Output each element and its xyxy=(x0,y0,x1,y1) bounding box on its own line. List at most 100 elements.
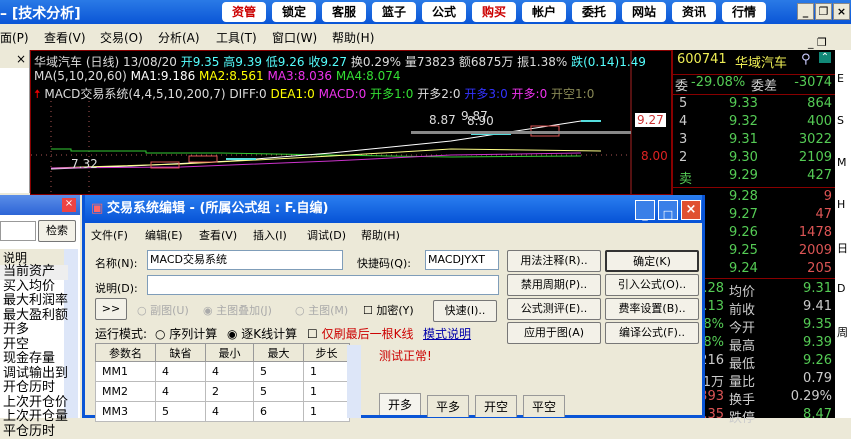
description-input[interactable] xyxy=(147,275,499,295)
side-tool-button[interactable]: E xyxy=(837,72,844,85)
table-cell[interactable]: 1 xyxy=(304,362,350,382)
list-item[interactable]: 上次开仓量 xyxy=(0,410,68,425)
table-cell[interactable]: MM2 xyxy=(96,382,156,402)
restore-button[interactable]: ❐ xyxy=(815,3,832,20)
toolbar-button[interactable]: 公式 xyxy=(422,2,466,22)
side-tool-button[interactable]: H xyxy=(837,198,845,211)
column-header[interactable]: 最大 xyxy=(254,344,304,362)
minimize-button[interactable]: _ xyxy=(635,200,655,220)
toolbar-button[interactable]: 客服 xyxy=(322,2,366,22)
radio-main-overlay[interactable]: ◉ 主图叠加(J) xyxy=(203,302,272,318)
list-item[interactable]: 上次开仓价 xyxy=(0,396,68,411)
menu-item[interactable]: 帮助(H) xyxy=(332,29,374,46)
side-tool-button[interactable]: D xyxy=(837,282,845,295)
encrypt-checkbox[interactable]: ☐ 加密(Y) xyxy=(363,302,414,318)
toolbar-button[interactable]: 资讯 xyxy=(672,2,716,22)
table-scrollbar[interactable] xyxy=(347,345,361,418)
list-item[interactable]: 开多 xyxy=(0,323,68,338)
dialog-button[interactable]: 用法注释(R).. xyxy=(507,250,601,272)
toolbar-button[interactable]: 购买 xyxy=(472,2,516,22)
column-header[interactable]: 参数名 xyxy=(96,344,156,362)
side-tool-button[interactable]: M xyxy=(837,156,847,169)
toolbar-button[interactable]: 篮子 xyxy=(372,2,416,22)
dialog-button[interactable]: 应用于图(A) xyxy=(507,322,601,344)
list-item[interactable]: 当前资产 xyxy=(0,265,68,280)
table-cell[interactable]: 4 xyxy=(206,402,254,422)
list-item[interactable]: 开空 xyxy=(0,338,68,353)
toolbar-button[interactable]: 行情 xyxy=(722,2,766,22)
table-cell[interactable]: 1 xyxy=(304,402,350,422)
close-button[interactable]: × xyxy=(681,200,701,220)
menu-item[interactable]: 查看(V) xyxy=(44,29,86,46)
dialog-button[interactable]: 编译公式(F).. xyxy=(605,322,699,344)
column-header[interactable]: 最小 xyxy=(206,344,254,362)
table-cell[interactable]: 6 xyxy=(254,402,304,422)
dialog-button[interactable]: 公式测评(E).. xyxy=(507,298,601,320)
search-button[interactable]: 检索 xyxy=(38,220,76,242)
refresh-last-checkbox[interactable]: ☐ 仅刷最后一根K线 xyxy=(307,325,413,342)
dialog-menu-item[interactable]: 插入(I) xyxy=(253,227,287,243)
menu-item[interactable]: 窗口(W) xyxy=(272,29,317,46)
collapse-up-icon[interactable]: ⌃ xyxy=(819,52,831,63)
menu-item[interactable]: 面(P) xyxy=(0,29,29,46)
toolbar-button[interactable]: 资管 xyxy=(222,2,266,22)
list-item[interactable]: 买入均价 xyxy=(0,280,68,295)
tab[interactable]: 平空 xyxy=(523,395,565,417)
close-icon[interactable]: × xyxy=(62,198,76,212)
table-cell[interactable]: 5 xyxy=(156,402,206,422)
mode-help-link[interactable]: 模式说明 xyxy=(423,325,471,342)
quick-button[interactable]: 快速(I).. xyxy=(433,300,497,322)
dialog-menu-item[interactable]: 文件(F) xyxy=(91,227,128,243)
mdi-restore-button[interactable]: _ ❐ xyxy=(808,36,827,49)
name-input[interactable]: MACD交易系统 xyxy=(147,250,343,270)
side-tool-button[interactable]: 周 xyxy=(837,324,848,340)
toolbar-button[interactable]: 网站 xyxy=(622,2,666,22)
kline-chart[interactable]: 华域汽车 (日线) 13/08/20 开9.35 高9.39 低9.26 收9.… xyxy=(30,50,672,195)
list-item[interactable]: 最大利润率 xyxy=(0,294,68,309)
dialog-button[interactable]: 费率设置(B).. xyxy=(605,298,699,320)
toolbar-button[interactable]: 委托 xyxy=(572,2,616,22)
radio-sequence-calc[interactable]: ○ 序列计算 xyxy=(155,325,217,342)
radio-main-chart[interactable]: ○ 主图(M) xyxy=(295,302,348,318)
menu-item[interactable]: 工具(T) xyxy=(216,29,257,46)
radio-per-kline-calc[interactable]: ◉ 逐K线计算 xyxy=(227,325,297,342)
search-input[interactable] xyxy=(0,221,36,241)
list-item[interactable]: 现金存量 xyxy=(0,352,68,367)
table-cell[interactable]: 4 xyxy=(156,362,206,382)
table-cell[interactable]: 1 xyxy=(304,382,350,402)
menu-item[interactable]: 分析(A) xyxy=(158,29,200,46)
table-row[interactable]: MM24251 xyxy=(96,382,350,402)
list-item[interactable]: 调试输出到 xyxy=(0,367,68,382)
maximize-button[interactable]: □ xyxy=(658,200,678,220)
list-item[interactable]: 最大盈利额 xyxy=(0,309,68,324)
tab[interactable]: 平多 xyxy=(427,395,469,417)
menu-item[interactable]: 交易(O) xyxy=(100,29,143,46)
side-tool-button[interactable]: S xyxy=(837,114,844,127)
table-cell[interactable]: 5 xyxy=(254,362,304,382)
radio-subchart[interactable]: ○ 副图(U) xyxy=(137,302,189,318)
table-cell[interactable]: MM3 xyxy=(96,402,156,422)
close-button[interactable]: × xyxy=(833,3,850,20)
dialog-menu-item[interactable]: 编辑(E) xyxy=(145,227,183,243)
tab[interactable]: 开多 xyxy=(379,393,421,415)
table-cell[interactable]: 5 xyxy=(254,382,304,402)
parameter-table[interactable]: 参数名缺省最小最大步长MM14451MM24251MM35461 xyxy=(95,343,350,422)
table-row[interactable]: MM35461 xyxy=(96,402,350,422)
tool-icon[interactable]: ⚲ xyxy=(801,52,811,67)
table-cell[interactable]: 4 xyxy=(156,382,206,402)
column-header[interactable]: 步长 xyxy=(304,344,350,362)
shortcut-input[interactable]: MACDJYXT xyxy=(425,250,499,270)
table-cell[interactable]: 2 xyxy=(206,382,254,402)
dialog-button[interactable]: 引入公式(O).. xyxy=(605,274,699,296)
dialog-menu-item[interactable]: 查看(V) xyxy=(199,227,237,243)
toolbar-button[interactable]: 帐户 xyxy=(522,2,566,22)
tab[interactable]: 开空 xyxy=(475,395,517,417)
toolbar-button[interactable]: 锁定 xyxy=(272,2,316,22)
dialog-menu-item[interactable]: 调试(D) xyxy=(307,227,346,243)
column-header[interactable]: 缺省 xyxy=(156,344,206,362)
list-item[interactable]: 平仓历时 xyxy=(0,425,68,439)
dialog-button[interactable]: 禁用周期(P).. xyxy=(507,274,601,296)
list-item[interactable]: 开仓历时 xyxy=(0,381,68,396)
table-row[interactable]: MM14451 xyxy=(96,362,350,382)
side-tool-button[interactable]: 日 xyxy=(837,240,848,256)
